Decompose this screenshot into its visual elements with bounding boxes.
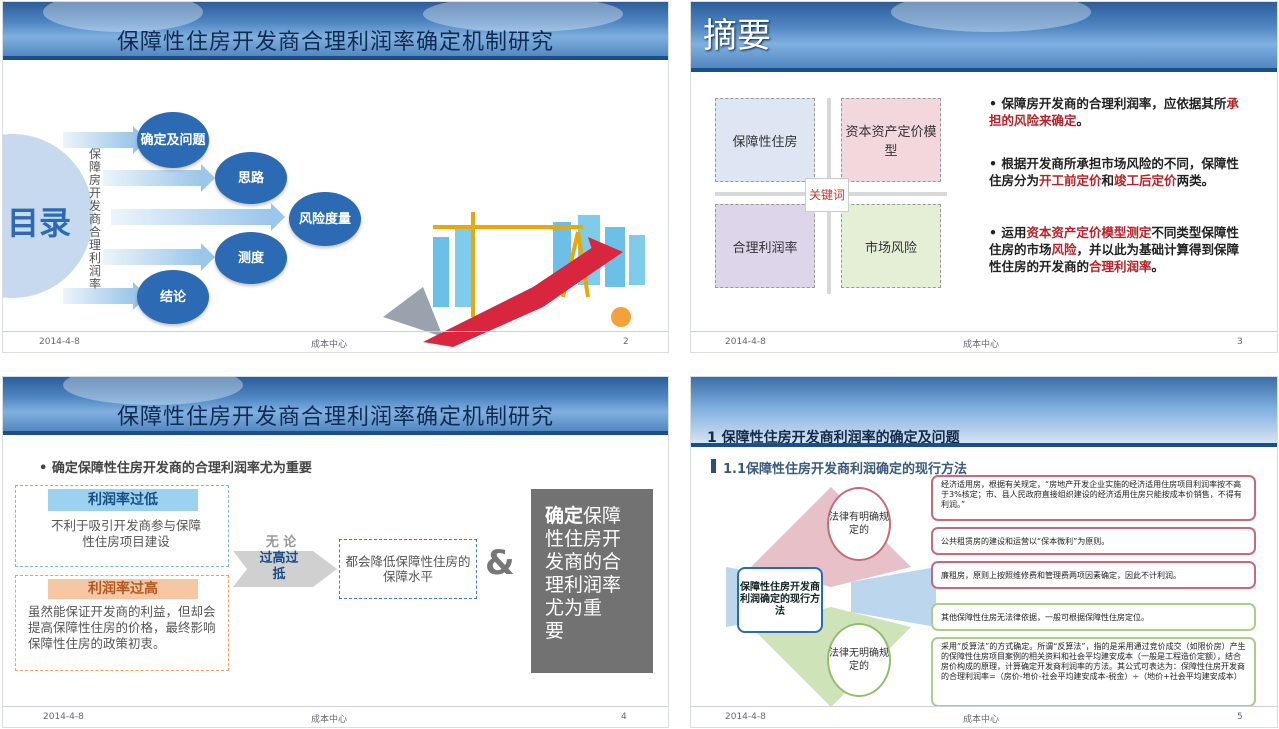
abstract-bullet-3: • 运用资本资产定价模型测定不同类型保障性住房的市场风险，并以此为基础计算得到保… xyxy=(989,225,1240,274)
footer-date: 2014-4-8 xyxy=(39,337,80,347)
keyword-center-label: 关键词 xyxy=(805,178,849,212)
construction-illustration xyxy=(383,212,645,347)
upper-category: 法律有明确规定的 xyxy=(827,487,891,561)
footer-center: 成本中心 xyxy=(311,715,348,725)
footer-page: 2 xyxy=(623,337,629,347)
title-banner: 1 保障性住房开发商利润率的确定及问题 xyxy=(691,377,1277,447)
slide-footer: 2014-4-8 成本中心 5 xyxy=(691,706,1277,727)
arrow-2 xyxy=(103,164,215,192)
slide-subtitle: • 确定保障性住房开发商的合理利润率尤为重要 xyxy=(39,461,312,476)
slide-5[interactable]: 1 保障性住房开发商利润率的确定及问题 1.1保障性住房开发商利润确定的现行方法… xyxy=(690,376,1278,728)
footer-date: 2014-4-8 xyxy=(725,337,766,347)
title-banner: 保障性住房开发商合理利润率确定机制研究 xyxy=(3,2,668,60)
circle-topic-2[interactable]: 思路 xyxy=(215,152,287,204)
slide-footer: 2014-4-8 成本中心 2 xyxy=(3,331,668,352)
section-title: 1.1保障性住房开发商利润确定的现行方法 xyxy=(723,462,968,477)
abstract-bullet-2: • 根据开发商所承担市场风险的不同，保障性住房分为开工前定价和竣工后定价两类。 xyxy=(989,156,1239,188)
conclusion-box: 确定保障性住房开发商的合理利润率尤为重 要 xyxy=(531,489,653,673)
low-rate-text: 不利于吸引开发商参与保障性住房项目建设 xyxy=(50,518,201,549)
low-rate-box: 利润率过低 不利于吸引开发商参与保障性住房项目建设 xyxy=(15,485,229,567)
footer-page: 3 xyxy=(1237,337,1243,347)
keyword-1: 保障性住房 xyxy=(715,98,815,182)
arrow-1 xyxy=(63,126,147,154)
footer-center: 成本中心 xyxy=(311,340,348,350)
circle-topic-5[interactable]: 结论 xyxy=(137,270,209,324)
menu-label: 目录 xyxy=(7,204,72,242)
slide-title: 保障性住房开发商合理利润率确定机制研究 xyxy=(116,30,554,55)
high-rate-box: 利润率过高 虽然能保证开发商的利益，但却会提高保障性住房的价格，最终影响保障性住… xyxy=(15,575,229,671)
slide-4[interactable]: 保障性住房开发商合理利润率确定机制研究 • 确定保障性住房开发商的合理利润率尤为… xyxy=(2,376,669,728)
rule-low-rent: 廉租房，原则上按照维修费和管理费两项因素确定，因此不计利润。 xyxy=(931,561,1256,589)
keyword-2: 资本资产定价模型 xyxy=(841,98,941,182)
title-banner: 保障性住房开发商合理利润率确定机制研究 xyxy=(3,377,668,435)
slide-title: 保障性住房开发商合理利润率确定机制研究 xyxy=(116,405,554,430)
conclusion-bold: 确定 xyxy=(545,505,584,527)
footer-page: 4 xyxy=(621,712,627,722)
slide-title: 1 保障性住房开发商利润率的确定及问题 xyxy=(707,430,960,446)
rule-affordable-housing: 经济适用房，根据有关规定，“房地产开发企业实施的经济适用住房项目利润率按不高于3… xyxy=(931,475,1256,521)
slide-footer: 2014-4-8 成本中心 4 xyxy=(3,706,668,727)
vertical-caption: 保障房开发商合理利润率 xyxy=(89,147,102,291)
footer-date: 2014-4-8 xyxy=(725,712,766,722)
low-rate-header: 利润率过低 xyxy=(48,489,198,511)
arrow-3 xyxy=(111,203,285,231)
circle-topic-4[interactable]: 测度 xyxy=(215,232,287,284)
arrow-top-text: 无 论 xyxy=(265,535,297,550)
slide-footer: 2014-4-8 成本中心 3 xyxy=(691,331,1277,352)
abstract-bullet-1: • 保障房开发商的合理利润率，应依据其所承担的风险来确定。 xyxy=(989,96,1239,128)
arrow-5 xyxy=(63,282,147,310)
result-box: 都会降低保障性住房的保障水平 xyxy=(339,539,477,599)
high-rate-text: 虽然能保证开发商的利益，但却会提高保障性住房的价格，最终影响保障性住房的政策初衷… xyxy=(28,604,216,651)
rule-public-rental: 公共租赁房的建设和运营以“保本微利”为原则。 xyxy=(931,527,1256,555)
rule-reverse-method: 采用“反算法”的方式确定。所谓“反算法”，指的是采用通过竞价成交（如限价房）产生… xyxy=(931,637,1256,707)
footer-center: 成本中心 xyxy=(963,340,1000,350)
arrow-main-text: 过高过抵 xyxy=(259,551,299,582)
method-center-box: 保障性住房开发商利润确定的现行方法 xyxy=(737,567,823,633)
arrow-4 xyxy=(103,243,215,271)
footer-date: 2014-4-8 xyxy=(43,712,84,722)
title-banner: 摘要 xyxy=(691,2,1277,72)
circle-topic-1[interactable]: 确定及问题 xyxy=(137,112,209,168)
footer-center: 成本中心 xyxy=(963,715,1000,725)
rule-other-housing: 其他保障性住房无法律依据，一般可根据保障性住房定位。 xyxy=(931,603,1256,631)
slide-3[interactable]: 摘要 保障性住房 资本资产定价模型 合理利润率 市场风险 关键词 • 保障房开发… xyxy=(690,1,1278,353)
high-rate-header: 利润率过高 xyxy=(48,579,198,599)
keyword-4: 市场风险 xyxy=(841,204,941,288)
keyword-3: 合理利润率 xyxy=(715,204,815,288)
section-marker xyxy=(711,459,716,473)
lower-category: 法律无明确规定的 xyxy=(827,623,891,697)
ampersand: & xyxy=(485,543,515,583)
footer-page: 5 xyxy=(1237,712,1243,722)
circle-topic-3[interactable]: 风险度量 xyxy=(289,192,361,246)
slide-2[interactable]: 保障性住房开发商合理利润率确定机制研究 目录 保障房开发商合理利润率 确定及问题… xyxy=(2,1,669,353)
slide-title: 摘要 xyxy=(703,16,771,56)
